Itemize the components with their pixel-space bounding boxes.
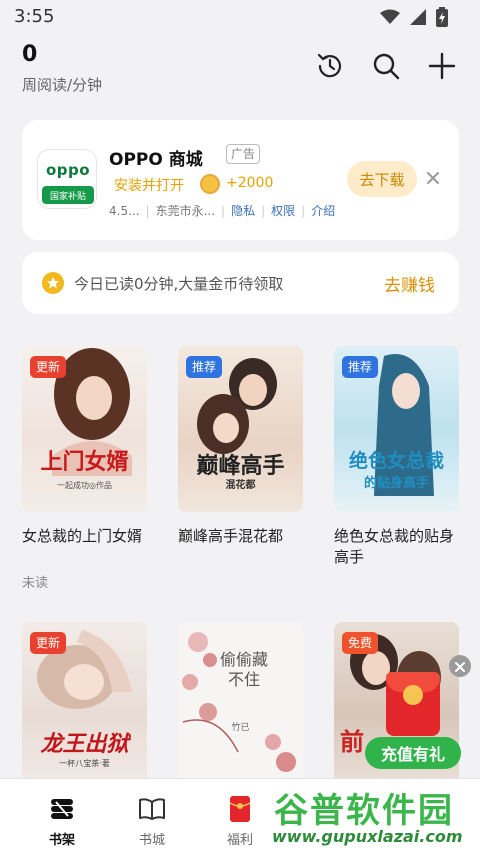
book-status: 未读 [22, 576, 49, 591]
plus-icon [428, 52, 456, 84]
ad-developer: 东莞市永... [155, 204, 216, 218]
gift-close-button[interactable] [449, 655, 471, 677]
book-title: 巅峰高手混花都 [178, 527, 284, 545]
coin-icon [200, 174, 220, 194]
status-icons [380, 7, 448, 31]
nav-label: 书架 [48, 833, 75, 848]
ad-card[interactable]: oppo 国家补贴 OPPO 商城 广告 安装并打开 +2000 4.5... … [22, 120, 459, 240]
cover-author: 一杯八宝茶·著 [59, 759, 110, 768]
reading-prompt-text: 今日已读0分钟,大量金币待领取 [74, 275, 284, 293]
book-badge: 推荐 [342, 356, 379, 378]
book-cover[interactable]: 偷偷藏不住 竹已 [178, 622, 303, 778]
red-envelope-icon[interactable] [386, 672, 440, 736]
site-watermark: 谷普软件园 www.gupuxlazai.com [268, 783, 480, 854]
red-envelope-icon [229, 795, 251, 823]
signal-icon [410, 9, 426, 29]
ad-app-logo: oppo 国家补贴 [37, 149, 97, 209]
ad-download-button[interactable]: 去下载 [347, 161, 417, 197]
weekly-reading-count: 0 [22, 42, 38, 67]
ad-meta: 4.5... | 东莞市永... | 隐私 | 权限 | 介绍 [109, 202, 336, 219]
status-time: 3:55 [14, 6, 55, 27]
book-badge: 更新 [30, 356, 67, 378]
history-button[interactable] [312, 50, 348, 86]
ad-install-text: 安装并打开 [114, 178, 184, 194]
cover-title: 龙王出狱 [40, 731, 129, 757]
book-badge: 推荐 [186, 356, 223, 378]
ad-intro-link[interactable]: 介绍 [311, 202, 335, 219]
battery-icon [436, 7, 448, 31]
add-button[interactable] [424, 50, 460, 86]
cover-subtitle: 的贴身高手 [363, 476, 429, 491]
cover-author: 一起成功◎作品 [57, 481, 112, 490]
book-title: 女总裁的上门女婿 [22, 527, 143, 545]
book-badge: 免费 [342, 632, 379, 654]
cover-author: 竹已 [231, 723, 250, 733]
status-bar: 3:55 [0, 0, 480, 34]
nav-item-bookstore[interactable]: 书城 [112, 779, 192, 854]
ad-privacy-link[interactable]: 隐私 [231, 202, 255, 219]
cover-subtitle: 混花都 [225, 480, 256, 491]
weekly-reading-label: 周阅读/分钟 [22, 76, 103, 94]
close-icon [426, 170, 440, 189]
nav-label: 福利 [226, 833, 253, 848]
bookshelf-icon [49, 795, 75, 823]
header: 0 周阅读/分钟 [0, 34, 480, 104]
ad-title: OPPO 商城 [109, 150, 203, 170]
recharge-gift-button[interactable]: 充值有礼 [365, 737, 461, 769]
ad-rating: 4.5... [109, 203, 140, 218]
ad-tag: 广告 [226, 144, 261, 164]
book-badge: 更新 [30, 632, 67, 654]
cover-title: 绝色女总裁 [348, 450, 444, 472]
search-button[interactable] [368, 50, 404, 86]
ad-logo-text: oppo [45, 161, 91, 179]
close-icon [455, 657, 465, 676]
ad-reward: +2000 [226, 175, 274, 191]
book-title: 绝色女总裁的贴身高手 [334, 527, 455, 566]
cover-title: 偷偷藏不住 [219, 650, 268, 689]
watermark-url: www.gupuxlazai.com [272, 827, 463, 846]
wifi-icon [380, 9, 400, 29]
nav-item-bookshelf[interactable]: 书架 [22, 779, 102, 854]
ad-permissions-link[interactable]: 权限 [271, 202, 295, 219]
ad-logo-subtext: 国家补贴 [42, 186, 94, 204]
earn-coins-button[interactable]: 去赚钱 [384, 271, 435, 296]
history-icon [315, 51, 345, 85]
nav-label: 书城 [138, 833, 165, 848]
watermark-text: 谷普软件园 [274, 791, 454, 831]
search-icon [371, 51, 401, 85]
star-icon [42, 272, 64, 294]
reading-reward-strip[interactable]: 今日已读0分钟,大量金币待领取 去赚钱 [22, 252, 459, 314]
ad-close-button[interactable] [422, 168, 444, 190]
cover-title: 上门女婿 [40, 449, 129, 475]
open-book-icon [138, 795, 166, 823]
